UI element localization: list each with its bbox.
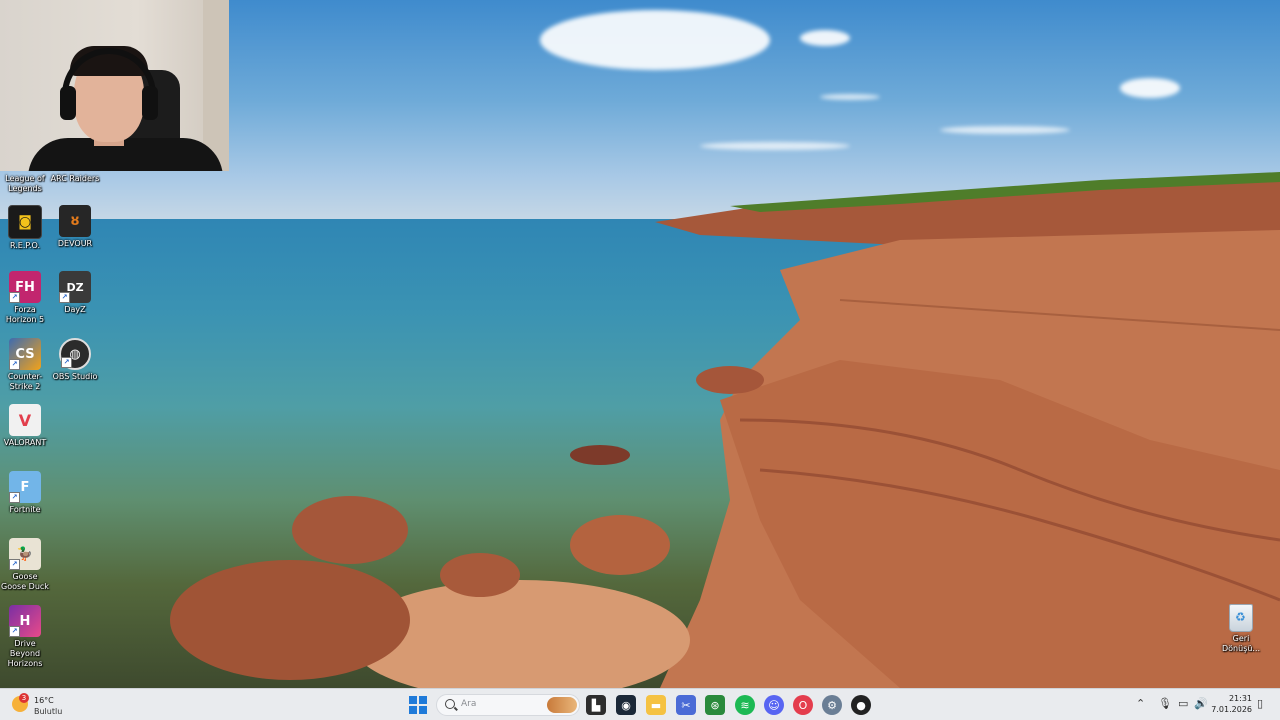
spotify-icon[interactable]: ≋ xyxy=(735,695,755,715)
network-icon[interactable]: ▭ xyxy=(1178,697,1188,710)
file-manager-icon[interactable]: ▙ xyxy=(586,695,606,715)
fortnite-icon: F ↗ xyxy=(9,471,41,503)
windows-logo-icon xyxy=(409,706,417,714)
desktop-icon-counter-strike-2[interactable]: CS ↗ Counter-Strike 2 xyxy=(0,338,50,392)
obs-taskbar-icon[interactable]: ● xyxy=(851,695,871,715)
desktop-icon-label: VALORANT xyxy=(3,438,47,447)
desktop-icon-valorant[interactable]: V VALORANT xyxy=(0,404,50,448)
desktop-icon-recycle-bin[interactable]: Geri Dönüşü... xyxy=(1222,604,1260,654)
forza-horizon-icon: FH ↗ xyxy=(9,271,41,303)
weather-widget[interactable]: 3 16°C Bulutlu xyxy=(12,692,92,718)
clock-time: 21:31 xyxy=(1228,694,1252,703)
headset-earcup xyxy=(142,86,158,120)
windows-logo-icon xyxy=(419,706,427,714)
clock-date: 7.01.2026 xyxy=(1211,705,1252,714)
desktop-icon-label: Geri Dönüşü... xyxy=(1222,634,1261,653)
webcam-overlay xyxy=(0,0,229,171)
desktop-icon-label: DEVOUR xyxy=(57,239,93,248)
notification-bell-icon[interactable]: ▯ xyxy=(1257,697,1263,710)
devour-icon: ȣ xyxy=(59,205,91,237)
desktop-icon-label: R.E.P.O. xyxy=(9,241,41,250)
desktop-icon-label: Counter-Strike 2 xyxy=(7,372,43,391)
settings-gear-icon[interactable]: ⚙ xyxy=(822,695,842,715)
windows-logo-icon xyxy=(409,696,417,704)
desktop-icon-arc-raiders[interactable]: ARC Raiders xyxy=(50,172,100,184)
weather-condition: Bulutlu xyxy=(34,707,63,716)
search-icon xyxy=(445,699,455,709)
person-shirt xyxy=(28,138,223,171)
start-button[interactable] xyxy=(409,696,427,714)
desktop-icon-label: Fortnite xyxy=(9,505,41,514)
desktop-icon-devour[interactable]: ȣ DEVOUR xyxy=(50,205,100,249)
discord-icon[interactable]: ☺ xyxy=(764,695,784,715)
weather-notification-badge: 3 xyxy=(19,693,29,703)
drive-beyond-horizons-icon: H ↗ xyxy=(9,605,41,637)
desktop-icon-league-of-legends[interactable]: League of Legends xyxy=(0,172,50,194)
desktop-icon-label: OBS Studio xyxy=(52,372,98,381)
desktop-icon-obs-studio[interactable]: ◍ ↗ OBS Studio xyxy=(50,338,100,382)
weather-temperature: 16°C xyxy=(34,696,54,705)
desktop-icon-label: DayZ xyxy=(64,305,86,314)
desktop-icon-repo[interactable]: ◙ R.E.P.O. xyxy=(0,205,50,251)
windows-logo-icon xyxy=(419,696,427,704)
show-hidden-icons-chevron-icon[interactable]: ⌃ xyxy=(1136,697,1145,710)
desktop-icon-fortnite[interactable]: F ↗ Fortnite xyxy=(0,471,50,515)
microphone-icon[interactable]: 🎙 xyxy=(1158,697,1172,710)
desktop-icon-label: League of Legends xyxy=(5,174,45,193)
counter-strike-icon: CS ↗ xyxy=(9,338,41,370)
desktop-icon-goose-goose-duck[interactable]: 🦆 ↗ Goose Goose Duck xyxy=(0,538,50,592)
dayz-icon: DZ ↗ xyxy=(59,271,91,303)
volume-icon[interactable]: 🔊 xyxy=(1194,697,1208,710)
search-highlight-image[interactable] xyxy=(547,697,577,713)
explorer-folder-icon[interactable]: ▬ xyxy=(646,695,666,715)
obs-icon: ◍ ↗ xyxy=(59,338,91,370)
steam-icon[interactable]: ◉ xyxy=(616,695,636,715)
valorant-icon: V xyxy=(9,404,41,436)
desktop-icon-dayz[interactable]: DZ ↗ DayZ xyxy=(50,271,100,315)
desktop-icon-forza-horizon-5[interactable]: FH ↗ Forza Horizon 5 xyxy=(0,271,50,325)
repo-icon: ◙ xyxy=(8,205,42,239)
search-placeholder: Ara xyxy=(461,699,477,709)
taskbar-search-box[interactable]: Ara xyxy=(436,694,580,716)
xbox-icon[interactable]: ⊛ xyxy=(705,695,725,715)
headset-earcup xyxy=(60,86,76,120)
opera-gx-icon[interactable]: O xyxy=(793,695,813,715)
desktop-icon-label: Drive Beyond Horizons xyxy=(7,639,43,668)
desktop-icon-label: ARC Raiders xyxy=(50,174,100,183)
desktop-icon-drive-beyond-horizons[interactable]: H ↗ Drive Beyond Horizons xyxy=(0,605,50,669)
system-clock[interactable]: 21:31 7.01.2026 xyxy=(1208,693,1252,715)
desktop-icon-label: Forza Horizon 5 xyxy=(5,305,45,324)
desktop-icon-label: Goose Goose Duck xyxy=(1,572,49,591)
recycle-bin-icon xyxy=(1229,604,1253,632)
taskbar: 3 16°C Bulutlu Ara ▙ ◉ ▬ ✂ ⊛ ≋ ☺ O ⚙ ● ⌃… xyxy=(0,688,1280,720)
goose-goose-duck-icon: 🦆 ↗ xyxy=(9,538,41,570)
snipping-tool-icon[interactable]: ✂ xyxy=(676,695,696,715)
